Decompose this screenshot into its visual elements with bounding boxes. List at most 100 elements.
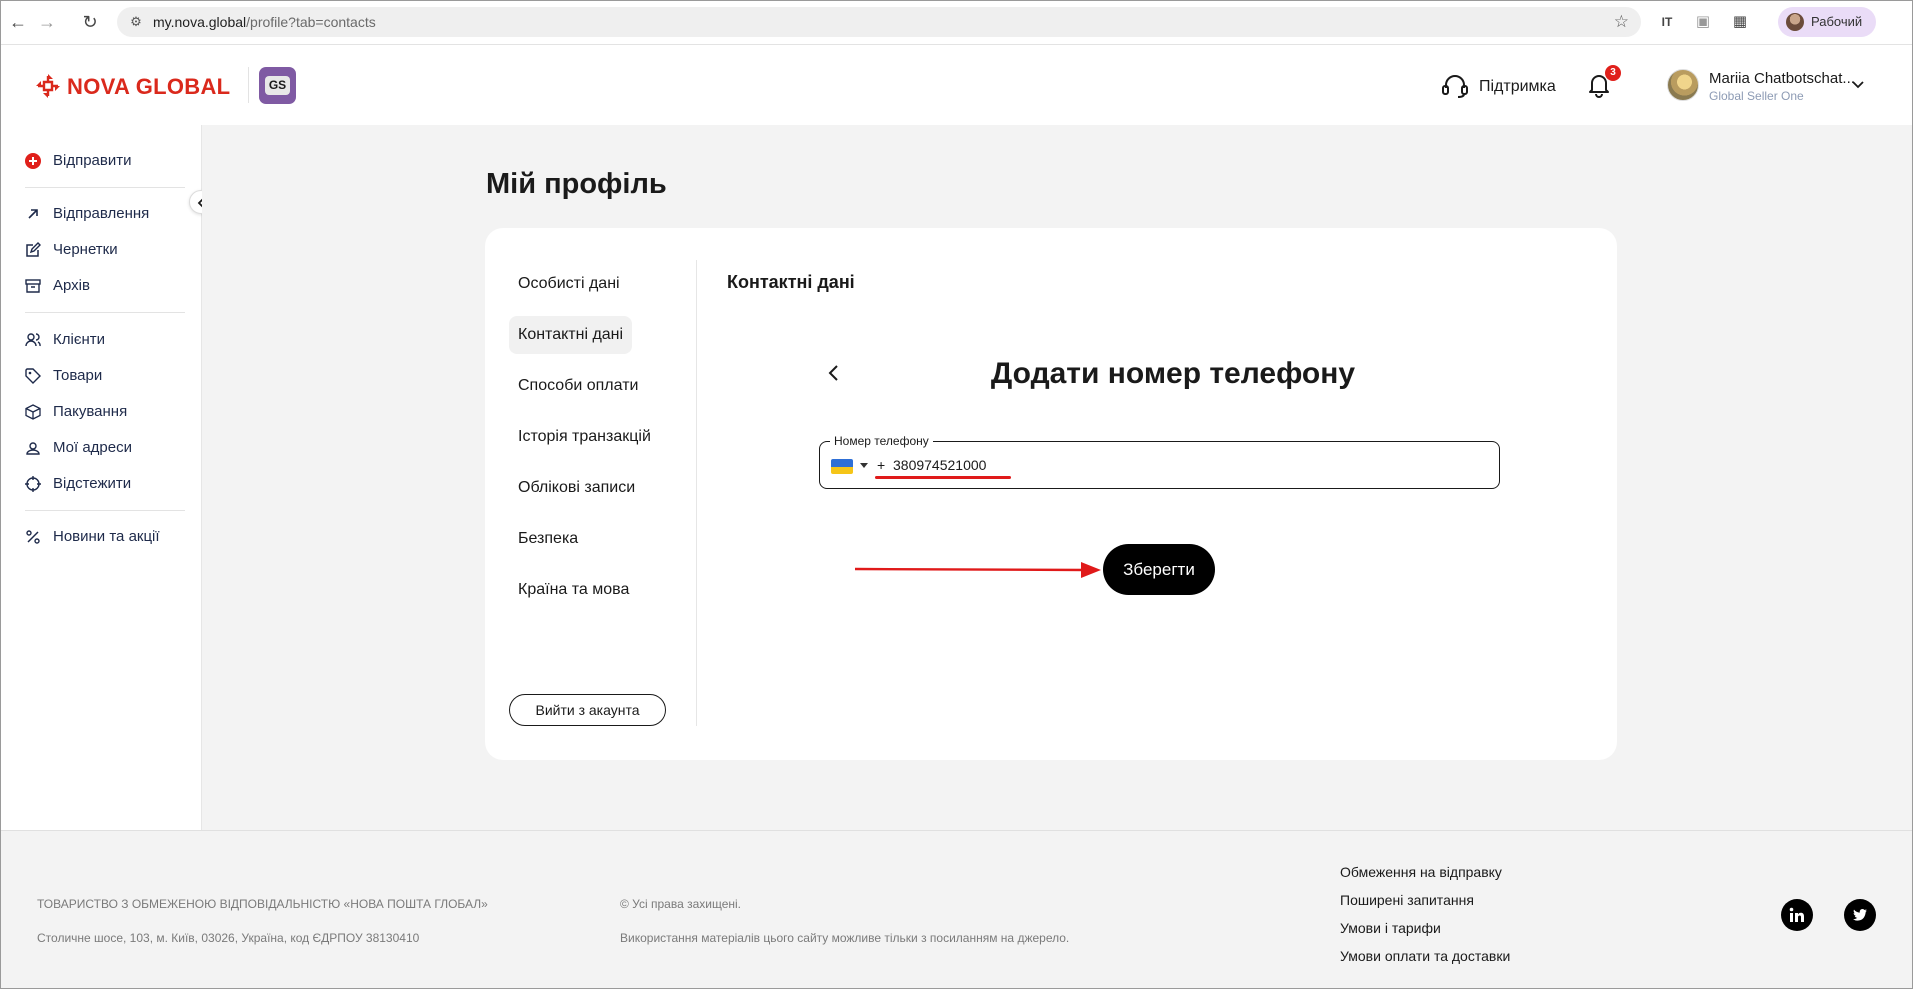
- nova-logo-mark-icon: [36, 74, 60, 98]
- logo-text: NOVA GLOBAL: [67, 74, 231, 99]
- reload-icon[interactable]: ↻: [79, 11, 101, 33]
- chevron-down-icon[interactable]: [1851, 77, 1865, 91]
- sidebar-divider: [25, 510, 185, 511]
- tab-contact-data[interactable]: Контактні дані: [509, 316, 633, 354]
- footer-link-terms[interactable]: Умови і тарифи: [1340, 920, 1441, 936]
- twitter-glyph: [1853, 909, 1867, 921]
- box-icon: [25, 404, 41, 420]
- gs-badge-text: GS: [265, 76, 290, 95]
- footer-link-shipping-restrictions[interactable]: Обмеження на відправку: [1340, 864, 1502, 880]
- back-arrow-icon[interactable]: ←: [7, 11, 29, 33]
- save-button[interactable]: Зберегти: [1103, 544, 1215, 595]
- sidebar-item-label: Клієнти: [53, 331, 106, 348]
- url-path: /profile?tab=contacts: [246, 14, 376, 30]
- logout-button[interactable]: Вийти з акаунта: [509, 694, 666, 726]
- url-host: my.nova.global: [153, 14, 247, 30]
- sidebar-item-packaging[interactable]: Пакування: [25, 402, 185, 424]
- sidebar-item-label: Чернетки: [53, 241, 118, 258]
- browser-profile-label: Рабочий: [1811, 14, 1863, 29]
- location-icon: [26, 442, 40, 455]
- tab-transaction-history[interactable]: Історія транзакцій: [509, 418, 660, 456]
- linkedin-glyph: [1789, 907, 1804, 922]
- footer: ТОВАРИСТВО З ОБМЕЖЕНОЮ ВІДПОВІДАЛЬНІСТЮ …: [1, 830, 1912, 988]
- phone-field-label: Номер телефону: [830, 434, 933, 448]
- extensions-puzzle-icon[interactable]: ▦: [1730, 12, 1750, 32]
- annotation-arrow-icon: [855, 562, 1101, 578]
- site-settings-icon[interactable]: ⚙: [128, 14, 144, 30]
- sidebar-item-label: Відправлення: [53, 205, 150, 222]
- sidebar-item-shipments[interactable]: Відправлення: [25, 204, 185, 226]
- sidebar-item-track[interactable]: Відстежити: [25, 474, 185, 496]
- browser-profile-avatar: [1786, 13, 1804, 31]
- user-organization: Global Seller One: [1709, 89, 1804, 103]
- edit-icon: [26, 242, 41, 257]
- global-seller-badge[interactable]: GS: [259, 67, 296, 104]
- phone-input[interactable]: [893, 455, 1293, 475]
- footer-usage-note: Використання матеріалів цього сайту можл…: [620, 931, 1070, 945]
- tab-personal-data[interactable]: Особисті дані: [509, 265, 629, 303]
- app-frame: ← → ↻ ⚙ my.nova.global/profile?tab=conta…: [0, 0, 1913, 989]
- site-header: NOVA GLOBAL GS Підтримка 3 Mariia Chatbo…: [1, 45, 1912, 125]
- country-dropdown-caret-icon[interactable]: [860, 463, 868, 468]
- back-chevron-icon[interactable]: [826, 364, 842, 382]
- profile-card: Особисті дані Контактні дані Способи опл…: [485, 228, 1617, 760]
- users-icon: [25, 333, 41, 347]
- sidebar-item-addresses[interactable]: Мої адреси: [25, 438, 185, 460]
- browser-toolbar: ← → ↻ ⚙ my.nova.global/profile?tab=conta…: [1, 1, 1912, 45]
- browser-profile-button[interactable]: Рабочий: [1778, 7, 1876, 37]
- sidebar-item-label: Архів: [53, 277, 90, 294]
- notifications-count-badge: 3: [1605, 65, 1621, 81]
- sidebar-item-label: Мої адреси: [53, 439, 132, 456]
- form-title: Додати номер телефону: [990, 357, 1356, 390]
- percent-icon: [26, 530, 40, 544]
- sidebar-divider: [25, 187, 185, 188]
- sidebar-item-label: Товари: [53, 367, 103, 384]
- sidebar-item-clients[interactable]: Клієнти: [25, 330, 185, 352]
- sidebar-item-label: Відправити: [53, 152, 132, 169]
- section-title: Контактні дані: [727, 272, 855, 292]
- sidebar: Відправити Відправлення Чернетки Архів К…: [1, 125, 202, 830]
- support-label: Підтримка: [1479, 78, 1556, 95]
- screenshot-extension-icon[interactable]: ▣: [1693, 12, 1713, 32]
- forward-arrow-icon[interactable]: →: [36, 11, 58, 33]
- tab-payment-methods[interactable]: Способи оплати: [509, 367, 647, 405]
- translate-extension-icon[interactable]: IT: [1657, 12, 1677, 32]
- tab-country-language[interactable]: Країна та мова: [509, 571, 638, 609]
- sidebar-item-archive[interactable]: Архів: [25, 276, 185, 298]
- sidebar-item-label: Новини та акції: [53, 528, 160, 545]
- sidebar-divider: [25, 312, 185, 313]
- sidebar-item-drafts[interactable]: Чернетки: [25, 240, 185, 262]
- footer-rights: © Усі права захищені.: [620, 897, 742, 911]
- profile-tabs: Особисті дані Контактні дані Способи опл…: [485, 228, 697, 760]
- tag-icon: [25, 368, 41, 384]
- footer-company: ТОВАРИСТВО З ОБМЕЖЕНОЮ ВІДПОВІДАЛЬНІСТЮ …: [37, 897, 488, 911]
- phone-prefix: +: [877, 457, 886, 473]
- twitter-icon[interactable]: [1844, 899, 1876, 931]
- footer-link-payment-delivery[interactable]: Умови оплати та доставки: [1340, 948, 1510, 964]
- sidebar-item-label: Відстежити: [53, 475, 132, 492]
- arrow-up-right-icon: [28, 209, 38, 219]
- tab-accounts[interactable]: Облікові записи: [509, 469, 644, 507]
- main-content: Мій профіль Особисті дані Контактні дані…: [202, 125, 1912, 830]
- sidebar-item-label: Пакування: [53, 403, 128, 420]
- footer-address: Столичне шосе, 103, м. Київ, 03026, Укра…: [37, 931, 420, 945]
- sidebar-item-goods[interactable]: Товари: [25, 366, 185, 388]
- phone-field[interactable]: Номер телефону +: [819, 434, 1500, 489]
- user-name[interactable]: Mariia Chatbotschat...: [1709, 70, 1855, 87]
- header-divider: [248, 67, 249, 103]
- address-bar[interactable]: ⚙ my.nova.global/profile?tab=contacts ☆: [117, 7, 1641, 37]
- annotation-underline: [875, 476, 1011, 479]
- sidebar-item-send[interactable]: Відправити: [25, 151, 185, 173]
- bookmark-star-icon[interactable]: ☆: [1614, 12, 1629, 32]
- page-title: Мій профіль: [486, 168, 667, 200]
- linkedin-icon[interactable]: [1781, 899, 1813, 931]
- ukraine-flag-icon[interactable]: [831, 459, 853, 474]
- nova-global-logo[interactable]: NOVA GLOBAL: [35, 71, 231, 101]
- headset-icon: [1442, 75, 1468, 98]
- footer-link-faq[interactable]: Поширені запитання: [1340, 892, 1474, 908]
- user-avatar[interactable]: [1667, 69, 1699, 101]
- url-text: my.nova.global/profile?tab=contacts: [153, 13, 376, 31]
- archive-icon: [25, 279, 41, 293]
- tab-security[interactable]: Безпека: [509, 520, 587, 558]
- sidebar-item-news[interactable]: Новини та акції: [25, 527, 185, 549]
